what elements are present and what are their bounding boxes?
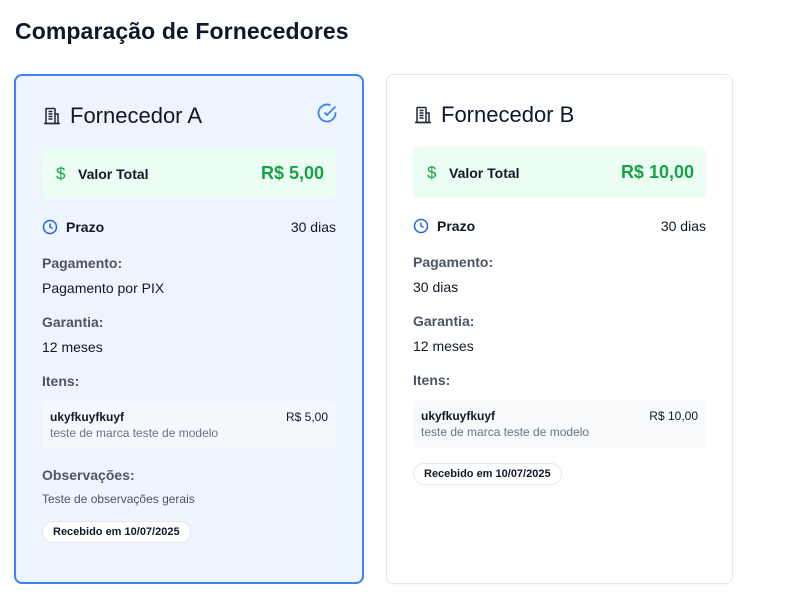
check-circle-icon[interactable] xyxy=(316,102,338,124)
warranty-label: Garantia: xyxy=(42,314,104,330)
warranty-value: 12 meses xyxy=(42,339,103,355)
clock-icon xyxy=(413,218,429,234)
total-label: Valor Total xyxy=(449,164,520,181)
item-description: teste de marca teste de modelo xyxy=(421,425,590,439)
items-label: Itens: xyxy=(413,372,451,388)
dollar-icon: $ xyxy=(56,163,66,183)
supplier-card-a[interactable]: Fornecedor A $ Valor Total R$ 5,00 Prazo… xyxy=(14,74,364,584)
received-badge: Recebido em 10/07/2025 xyxy=(42,521,191,543)
total-box: $ Valor Total R$ 10,00 xyxy=(413,147,706,198)
notes-label: Observações: xyxy=(42,467,135,483)
total-value: R$ 5,00 xyxy=(260,163,324,183)
building-icon xyxy=(415,106,431,124)
supplier-card-b[interactable]: Fornecedor B $ Valor Total R$ 10,00 Praz… xyxy=(386,74,733,584)
received-badge: Recebido em 10/07/2025 xyxy=(413,463,562,485)
supplier-name: Fornecedor B xyxy=(441,102,575,127)
payment-label: Pagamento: xyxy=(413,254,494,270)
card-header: Fornecedor A xyxy=(42,100,336,132)
card-header: Fornecedor B xyxy=(413,99,706,131)
total-value: R$ 10,00 xyxy=(620,162,694,182)
list-item: ukyfkuyfkuyf teste de marca teste de mod… xyxy=(413,400,706,448)
prazo-value: 30 dias xyxy=(660,218,706,234)
prazo-value: 30 dias xyxy=(290,219,336,235)
page-title: Comparação de Fornecedores xyxy=(15,18,349,44)
item-description: teste de marca teste de modelo xyxy=(50,426,219,440)
notes-value: Teste de observações gerais xyxy=(42,492,195,506)
clock-icon xyxy=(42,219,58,235)
list-item: ukyfkuyfkuyf teste de marca teste de mod… xyxy=(42,401,336,449)
payment-label: Pagamento: xyxy=(42,255,123,271)
warranty-value: 12 meses xyxy=(413,338,474,354)
items-label: Itens: xyxy=(42,373,80,389)
payment-value: Pagamento por PIX xyxy=(42,280,165,296)
item-price: R$ 10,00 xyxy=(649,409,698,423)
warranty-label: Garantia: xyxy=(413,313,475,329)
payment-value: 30 dias xyxy=(413,279,459,295)
prazo-row: Prazo 30 dias xyxy=(42,217,336,237)
dollar-icon: $ xyxy=(427,162,437,182)
prazo-row: Prazo 30 dias xyxy=(413,216,706,236)
prazo-label: Prazo xyxy=(437,218,476,234)
total-box: $ Valor Total R$ 5,00 xyxy=(42,148,336,199)
item-price: R$ 5,00 xyxy=(285,410,328,424)
building-icon xyxy=(44,107,60,125)
supplier-name: Fornecedor A xyxy=(70,103,203,128)
prazo-label: Prazo xyxy=(66,219,105,235)
total-label: Valor Total xyxy=(78,165,149,182)
